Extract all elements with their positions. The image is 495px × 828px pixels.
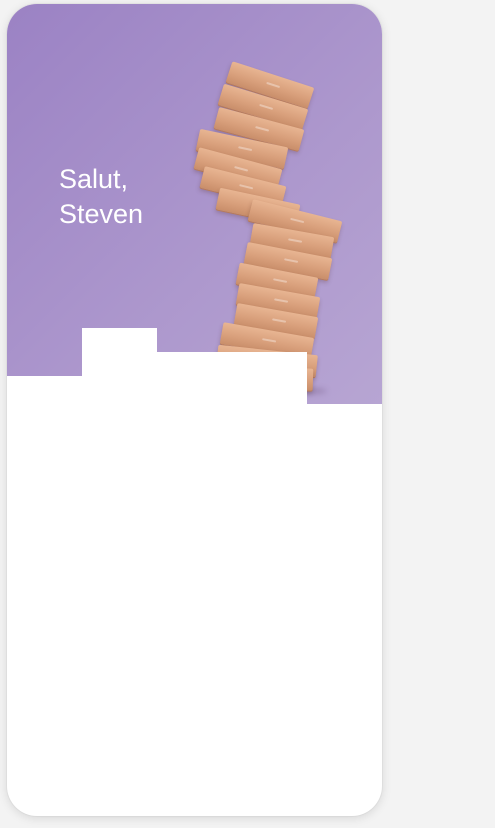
app-screen: Salut, Steven <box>7 4 382 816</box>
content-panel-tab <box>82 328 157 388</box>
box-stack-illustration <box>193 61 367 396</box>
greeting-line-1: Salut, <box>59 164 129 194</box>
greeting-title: Salut, Steven <box>59 162 143 232</box>
greeting-line-2: Steven <box>59 199 144 229</box>
content-panel-tab <box>157 352 307 392</box>
